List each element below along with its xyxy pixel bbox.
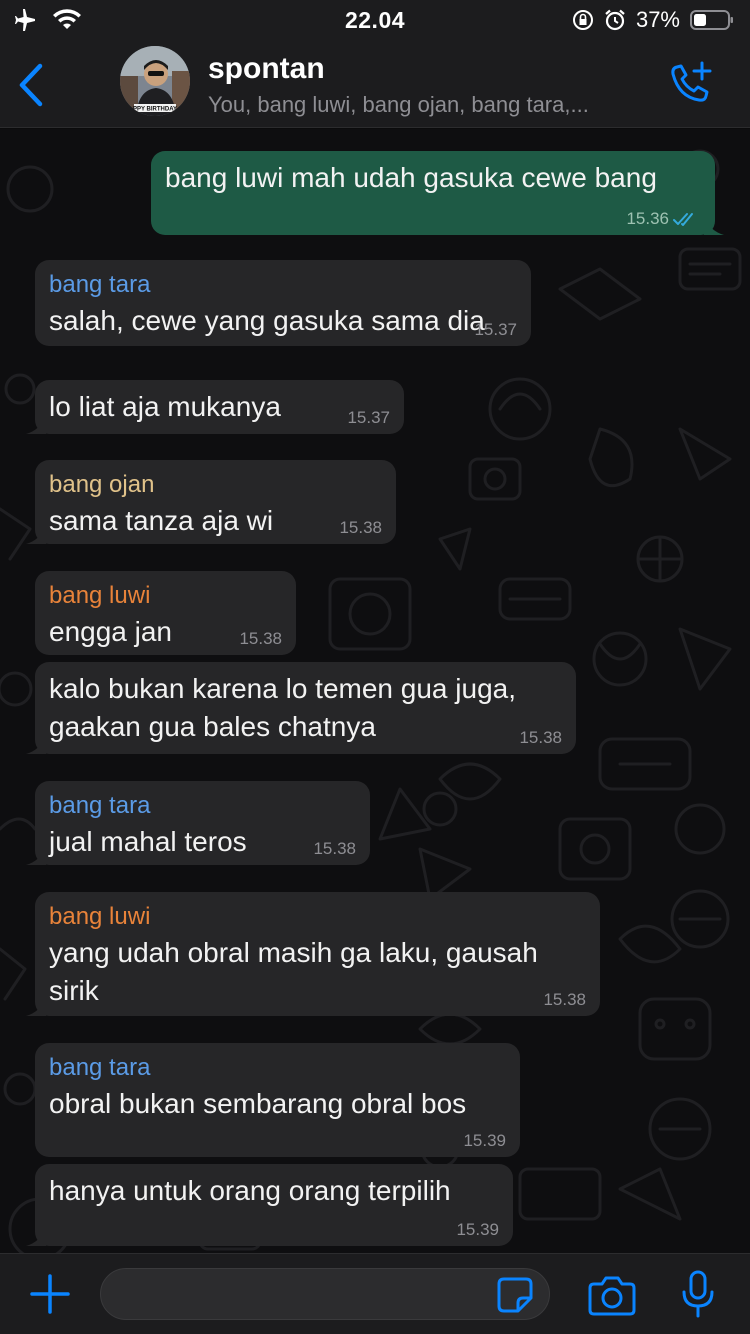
message-text: yang udah obral masih ga laku, gausah si… <box>49 937 538 1006</box>
message-bubble-incoming[interactable]: bang luwi yang udah obral masih ga laku,… <box>26 892 600 1016</box>
avatar-caption: PPY BIRTHDAY <box>133 107 177 113</box>
bubble-tail <box>26 1228 46 1246</box>
message-bubble-incoming[interactable]: bang tara obral bukan sembarang obral bo… <box>35 1043 520 1157</box>
message-time: 15.36 <box>626 209 669 228</box>
bubble-tail <box>26 998 46 1016</box>
bubble-tail <box>704 217 724 235</box>
message-time: 15.38 <box>543 990 586 1009</box>
message-text: jual mahal teros <box>49 826 247 857</box>
message-sender[interactable]: bang ojan <box>49 468 382 502</box>
sticker-icon[interactable] <box>496 1276 534 1314</box>
message-time: 15.38 <box>313 839 356 858</box>
message-sender[interactable]: bang tara <box>49 268 517 302</box>
message-text: obral bukan sembarang obral bos <box>49 1088 467 1119</box>
rotation-lock-icon <box>572 10 593 30</box>
message-text: hanya untuk orang orang terpilih <box>49 1175 451 1206</box>
message-time: 15.37 <box>474 320 517 339</box>
double-check-icon <box>673 213 693 226</box>
message-bubble-incoming[interactable]: bang ojan sama tanza aja wi 15.38 <box>26 460 396 544</box>
message-text: sama tanza aja wi <box>49 505 274 536</box>
message-text: lo liat aja mukanya <box>49 391 281 422</box>
battery-percent: 37% <box>635 7 680 32</box>
message-time: 15.38 <box>239 629 282 648</box>
message-text: salah, cewe yang gasuka sama dia <box>49 305 485 336</box>
message-bubble-incoming[interactable]: kalo bukan karena lo temen gua juga, gaa… <box>26 662 576 754</box>
bubble-tail <box>26 847 46 865</box>
chat-area[interactable]: bang luwi mah udah gasuka cewe bang 15.3… <box>0 129 750 1253</box>
message-time: 15.38 <box>339 518 382 537</box>
message-sender[interactable]: bang tara <box>49 1051 506 1085</box>
message-sender[interactable]: bang luwi <box>49 900 586 934</box>
alarm-icon <box>605 9 625 31</box>
message-bubble-incoming[interactable]: bang tara salah, cewe yang gasuka sama d… <box>35 260 531 346</box>
message-text: engga jan <box>49 616 173 647</box>
bubble-tail <box>26 526 46 544</box>
status-right: 37% <box>572 7 734 33</box>
add-call-icon[interactable] <box>664 60 714 110</box>
message-time: 15.38 <box>519 728 562 747</box>
message-bubble-incoming[interactable]: lo liat aja mukanya 15.37 <box>26 380 404 434</box>
avatar-image: PPY BIRTHDAY <box>120 46 190 116</box>
message-text: kalo bukan karena lo temen gua juga, gaa… <box>49 673 516 742</box>
message-time: 15.39 <box>456 1220 499 1239</box>
bubble-tail <box>26 736 46 754</box>
chat-title[interactable]: spontan <box>208 52 325 86</box>
camera-icon[interactable] <box>588 1274 636 1316</box>
bubble-tail <box>26 416 46 434</box>
microphone-icon[interactable] <box>680 1270 716 1320</box>
plus-icon[interactable] <box>28 1272 72 1316</box>
message-time: 15.37 <box>347 408 390 427</box>
message-bubble-incoming[interactable]: hanya untuk orang orang terpilih 15.39 <box>26 1164 513 1246</box>
composer-bar <box>0 1253 750 1334</box>
message-sender[interactable]: bang luwi <box>49 579 282 613</box>
message-bubble-outgoing[interactable]: bang luwi mah udah gasuka cewe bang 15.3… <box>151 151 724 235</box>
message-bubble-incoming[interactable]: bang tara jual mahal teros 15.38 <box>26 781 370 865</box>
status-bar: 22.04 37% <box>0 0 750 42</box>
message-time: 15.39 <box>463 1131 506 1150</box>
message-bubble-incoming[interactable]: bang luwi engga jan 15.38 <box>35 571 296 655</box>
message-sender[interactable]: bang tara <box>49 789 356 823</box>
chat-participants[interactable]: You, bang luwi, bang ojan, bang tara,... <box>208 92 648 118</box>
chevron-left-icon[interactable] <box>12 60 52 110</box>
message-input[interactable] <box>100 1268 550 1320</box>
message-text: bang luwi mah udah gasuka cewe bang <box>165 162 657 193</box>
chat-header: PPY BIRTHDAY spontan You, bang luwi, ban… <box>0 42 750 128</box>
battery-icon <box>690 10 733 30</box>
group-avatar[interactable]: PPY BIRTHDAY <box>120 46 190 116</box>
